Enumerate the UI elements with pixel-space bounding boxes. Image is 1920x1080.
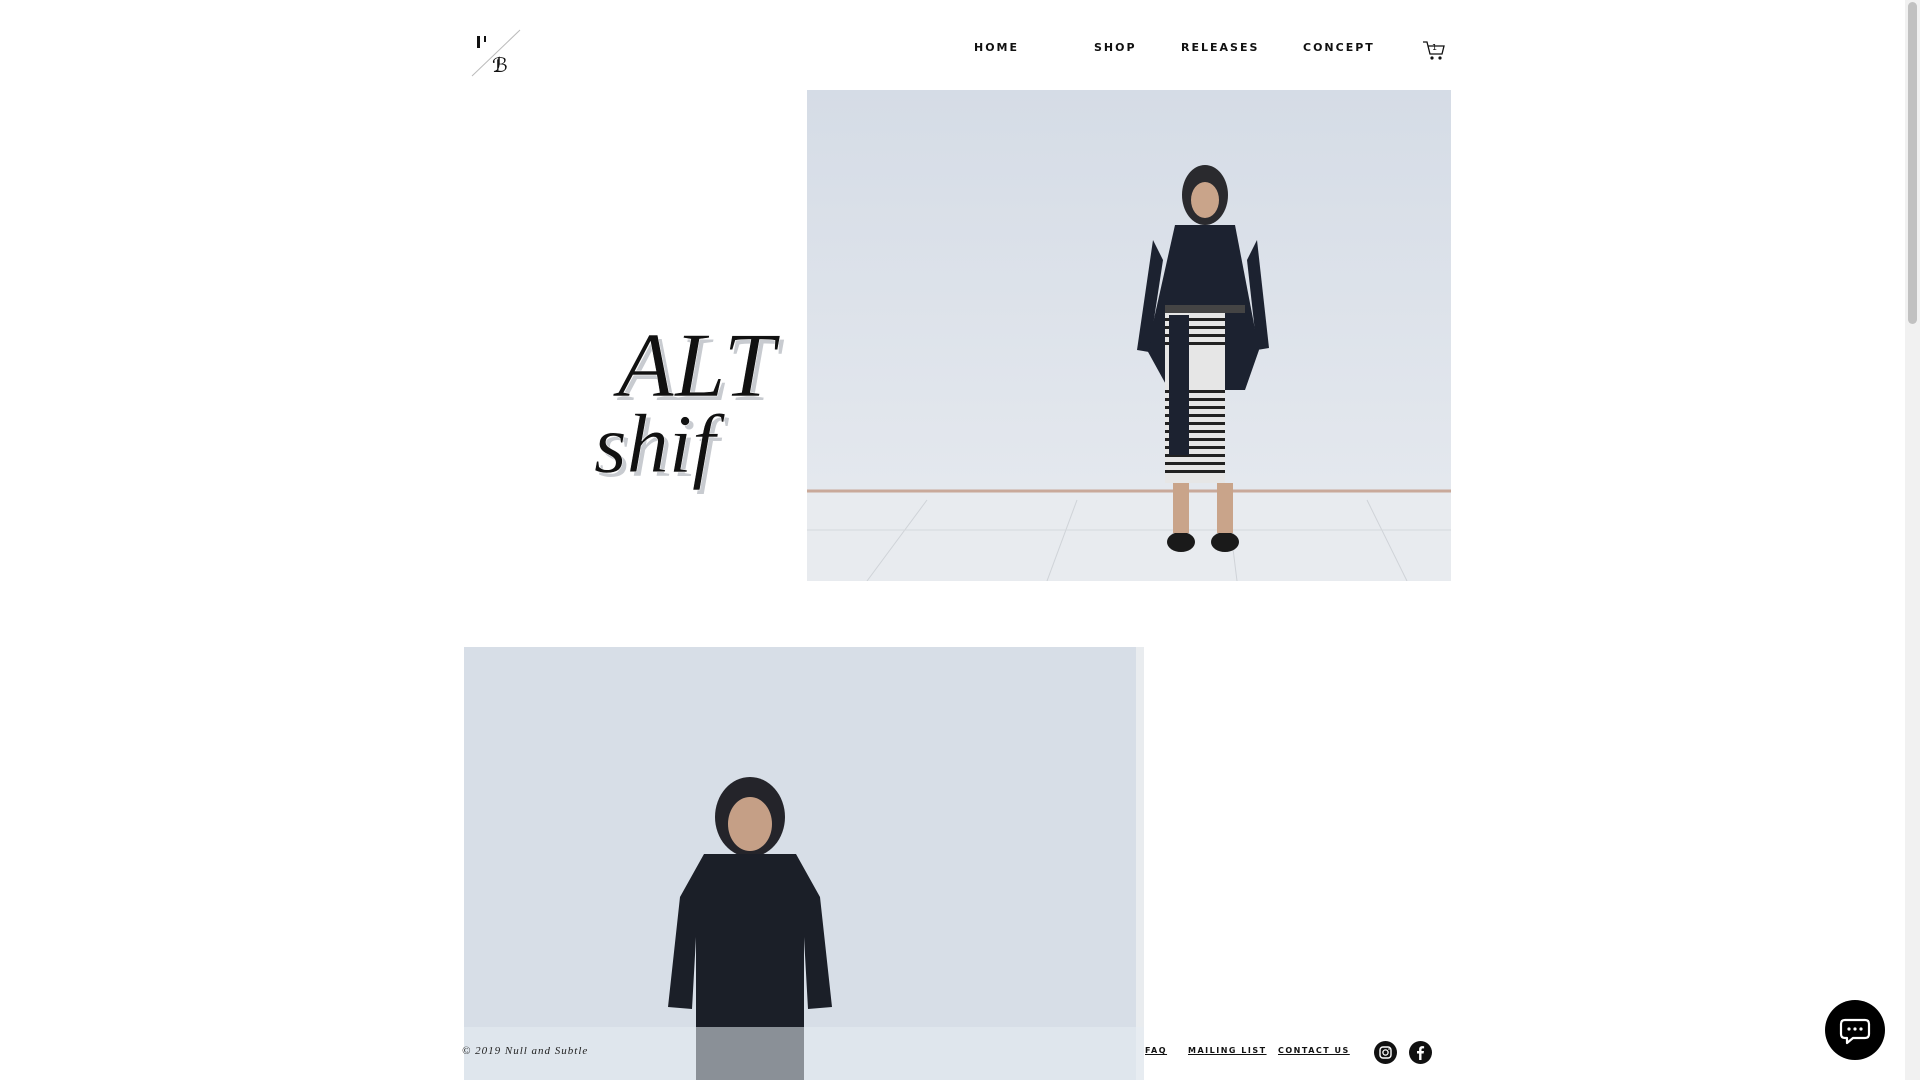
instagram-link[interactable] [1374,1041,1397,1064]
page-scrollbar[interactable] [1905,0,1920,1080]
copyright-text: © 2019 Null and Subtle [462,1045,589,1057]
footer-link-faq[interactable]: FAQ [1145,1046,1167,1055]
cart-count: 1 [1432,43,1438,52]
chat-bubble-icon [1839,1018,1871,1045]
footer-link-mailing-list[interactable]: MAILING LIST [1188,1046,1267,1055]
site-footer: © 2019 Null and Subtle FAQ MAILING LIST … [462,1027,1462,1080]
nav-shop[interactable]: SHOP [1094,41,1137,54]
svg-text:⌊: ⌊ [496,59,501,74]
facebook-link[interactable] [1409,1041,1432,1064]
lookbook-photo [464,647,1144,1080]
nav-home[interactable]: HOME [974,41,1019,54]
facebook-icon [1417,1046,1425,1060]
scrollbar-thumb[interactable] [1908,2,1917,324]
brand-logo[interactable]: ℬ ⌊ [470,28,522,78]
hero-photo [807,90,1451,581]
nav-releases[interactable]: RELEASES [1181,41,1259,54]
site-header: ℬ ⌊ HOME SHOP RELEASES CONCEPT 1 [0,0,1905,90]
footer-link-contact-us[interactable]: CONTACT US [1278,1046,1350,1055]
cart-button[interactable]: 1 [1422,40,1446,62]
title-bottom: shif [594,398,726,491]
chat-button[interactable] [1825,1000,1885,1060]
nav-concept[interactable]: CONCEPT [1303,41,1375,54]
hero-title: ALT ALT shif shif [590,300,890,500]
instagram-icon [1379,1046,1392,1059]
